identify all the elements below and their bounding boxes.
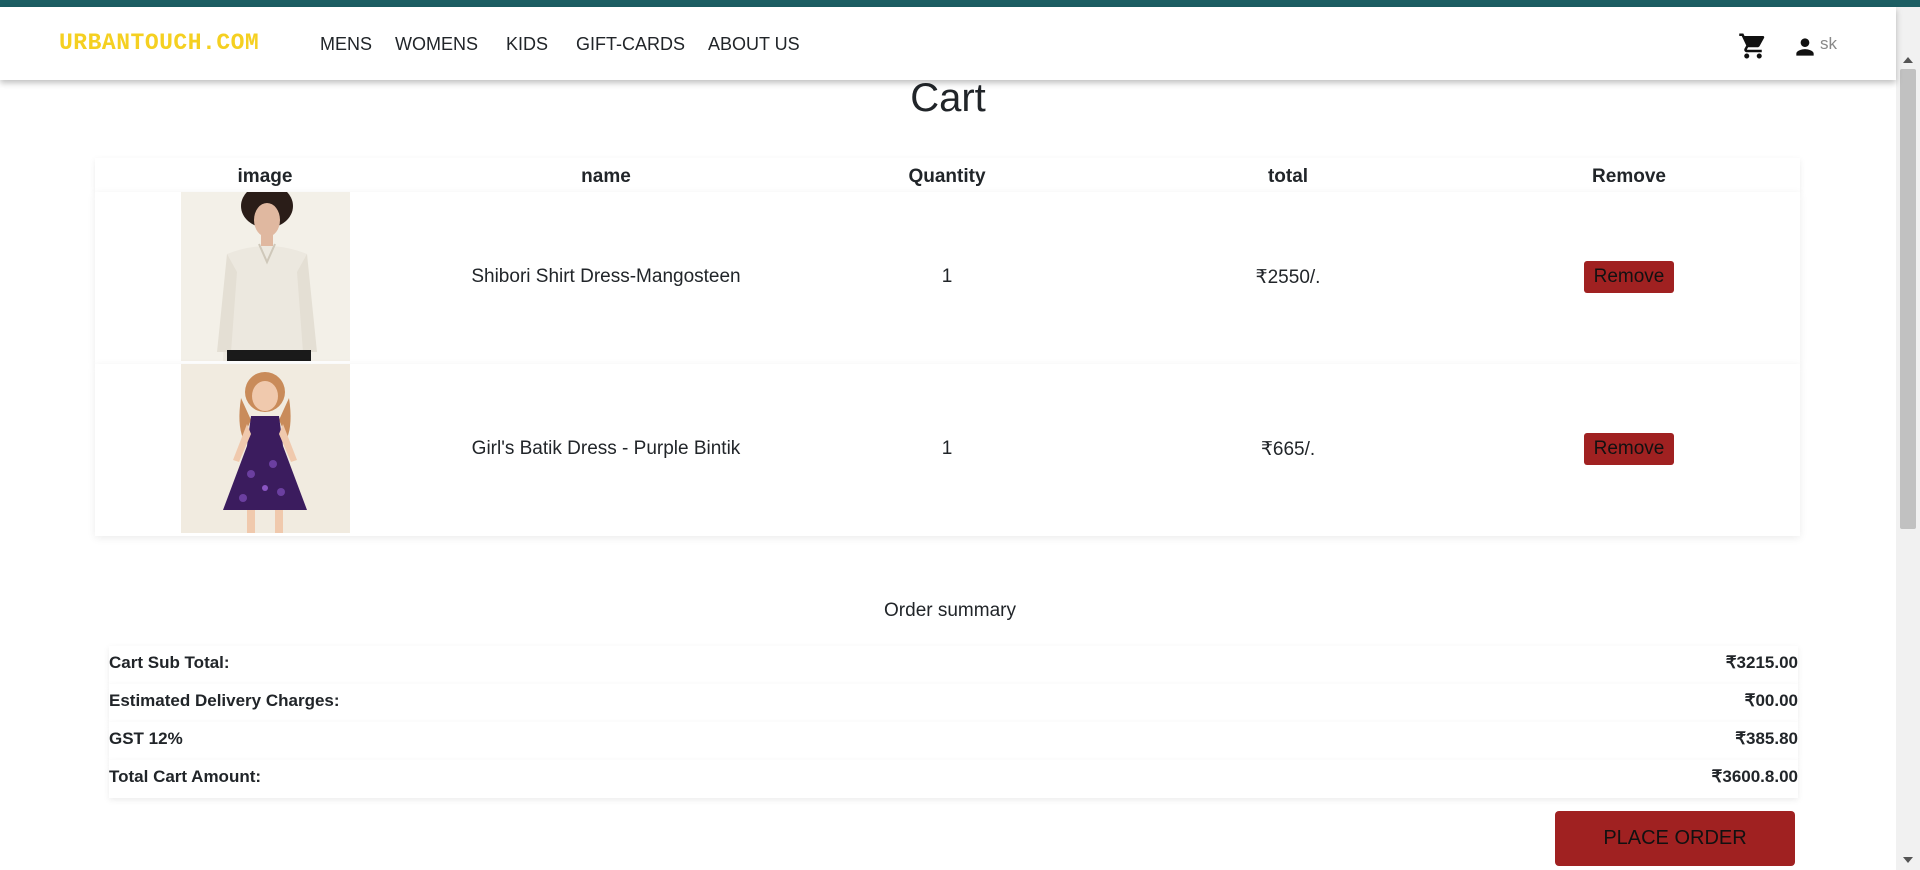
summary-row-subtotal: Cart Sub Total: ₹3215.00	[109, 646, 1798, 684]
header-image: image	[237, 166, 293, 187]
nav-mens[interactable]: MENS	[320, 34, 372, 55]
nav-womens[interactable]: WOMENS	[395, 34, 478, 55]
navbar: URBANTOUCH.COM MENS WOMENS KIDS GIFT-CAR…	[0, 7, 1896, 80]
product-name: Shibori Shirt Dress-Mangosteen	[471, 266, 741, 287]
scroll-thumb[interactable]	[1900, 69, 1916, 529]
table-header: image name Quantity total Remove	[95, 158, 1800, 192]
order-summary-title: Order summary	[884, 600, 1016, 621]
page-title: Cart	[910, 76, 986, 120]
top-accent-strip	[0, 0, 1920, 7]
header-name: name	[581, 166, 631, 187]
product-image-girls-dress[interactable]	[181, 364, 350, 533]
scrollbar[interactable]	[1896, 7, 1920, 870]
product-quantity: 1	[941, 266, 953, 287]
summary-value: ₹3600.8.00	[1711, 767, 1798, 786]
summary-value: ₹00.00	[1744, 691, 1798, 710]
summary-label: Cart Sub Total:	[109, 653, 230, 672]
summary-label: GST 12%	[109, 729, 183, 748]
header-total: total	[1267, 166, 1309, 187]
product-total: ₹665/.	[1260, 439, 1316, 460]
summary-row-delivery: Estimated Delivery Charges: ₹00.00	[109, 684, 1798, 722]
product-total: ₹2550/.	[1255, 267, 1321, 288]
header-remove: Remove	[1592, 166, 1666, 187]
header-quantity: Quantity	[908, 166, 986, 187]
summary-value: ₹3215.00	[1725, 653, 1798, 672]
cart-icon[interactable]	[1738, 31, 1768, 61]
cart-table: image name Quantity total Remove Shibori…	[95, 158, 1800, 536]
scroll-down-arrow-icon[interactable]	[1903, 857, 1913, 863]
product-image-shirt-dress[interactable]	[181, 192, 350, 361]
product-name: Girl's Batik Dress - Purple Bintik	[471, 438, 741, 459]
person-icon[interactable]	[1792, 34, 1818, 60]
product-quantity: 1	[941, 438, 953, 459]
scroll-up-arrow-icon[interactable]	[1903, 57, 1913, 63]
summary-row-total: Total Cart Amount: ₹3600.8.00	[109, 760, 1798, 798]
summary-label: Total Cart Amount:	[109, 767, 262, 786]
order-summary: Cart Sub Total: ₹3215.00 Estimated Deliv…	[109, 646, 1798, 798]
remove-button[interactable]: Remove	[1584, 261, 1674, 293]
user-name[interactable]: sk	[1820, 34, 1837, 54]
brand-logo[interactable]: URBANTOUCH.COM	[59, 30, 259, 56]
summary-label: Estimated Delivery Charges:	[109, 691, 340, 710]
summary-row-gst: GST 12% ₹385.80	[109, 722, 1798, 760]
remove-button[interactable]: Remove	[1584, 433, 1674, 465]
table-row: Girl's Batik Dress - Purple Bintik 1 ₹66…	[95, 364, 1800, 536]
nav-kids[interactable]: KIDS	[506, 34, 548, 55]
nav-about-us[interactable]: ABOUT US	[708, 34, 800, 55]
table-row: Shibori Shirt Dress-Mangosteen 1 ₹2550/.…	[95, 192, 1800, 364]
summary-value: ₹385.80	[1735, 729, 1798, 748]
place-order-button[interactable]: PLACE ORDER	[1555, 811, 1795, 866]
nav-gift-cards[interactable]: GIFT-CARDS	[576, 34, 685, 55]
